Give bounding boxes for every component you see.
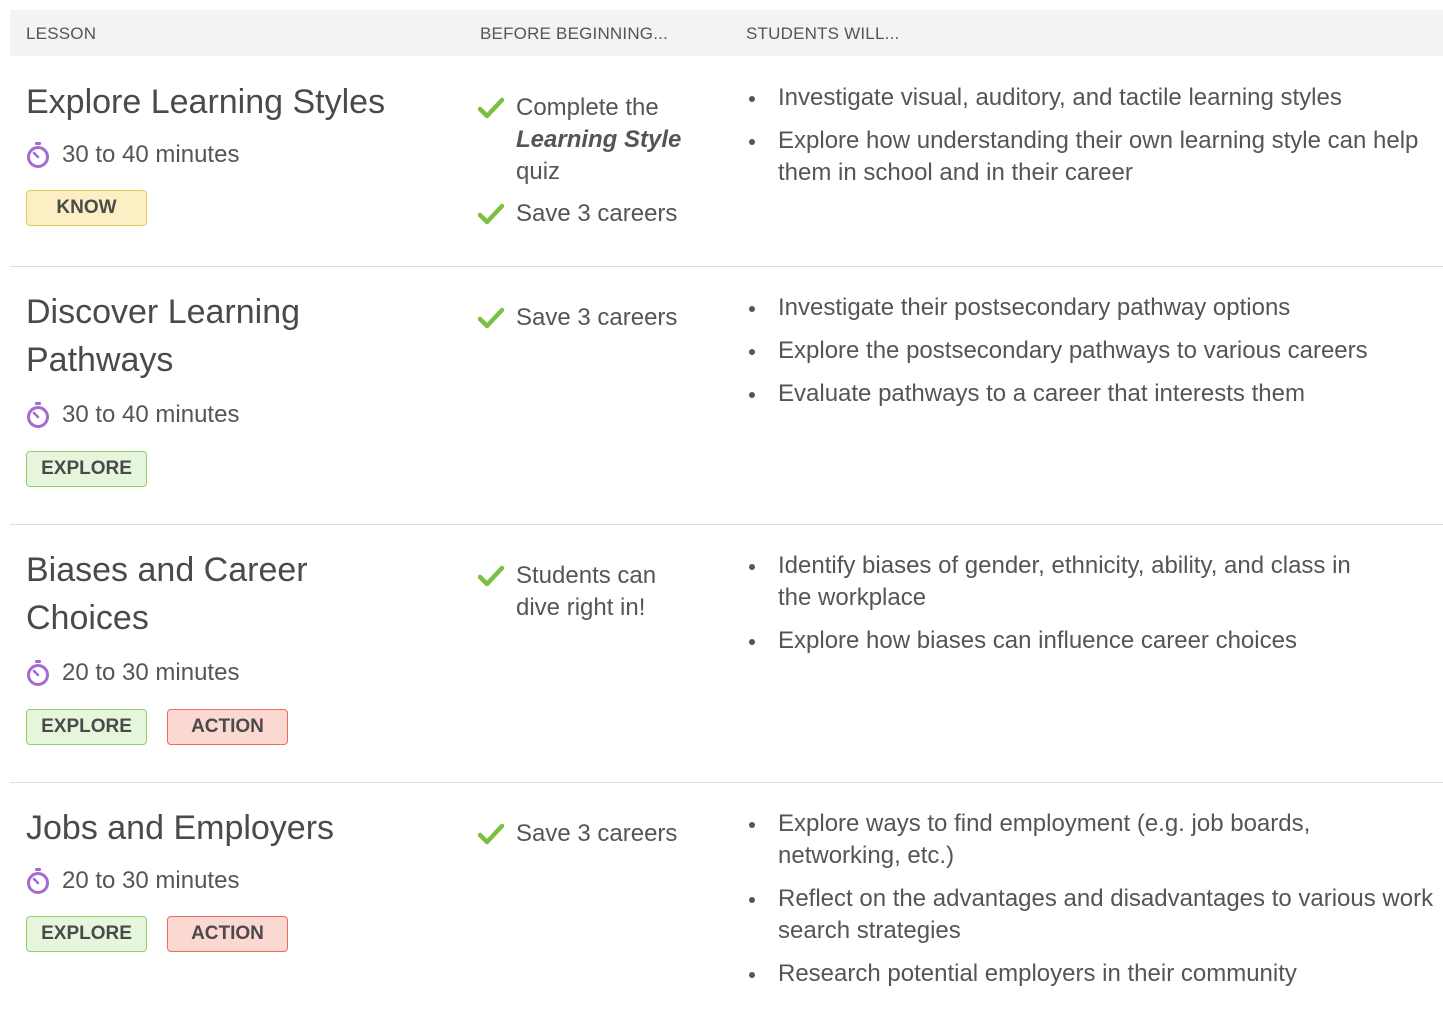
- prerequisite-item: Save 3 careers: [478, 302, 708, 334]
- action-badge: ACTION: [167, 916, 288, 952]
- lesson-row: Jobs and Employers 20 to 30 minutes EXPL…: [10, 783, 1443, 1009]
- stopwatch-icon: [27, 660, 49, 686]
- duration-text: 30 to 40 minutes: [62, 401, 240, 428]
- table-header: LESSON BEFORE BEGINNING... STUDENTS WILL…: [10, 10, 1443, 56]
- know-badge: KNOW: [26, 190, 147, 226]
- duration-text: 30 to 40 minutes: [62, 141, 240, 168]
- lesson-info: Discover Learning Pathways 30 to 40 minu…: [26, 288, 446, 487]
- badge-group: EXPLORE: [26, 451, 446, 487]
- students-will-list: Explore ways to find employment (e.g. jo…: [746, 808, 1436, 990]
- check-icon: [478, 823, 504, 845]
- lessons-table: LESSON BEFORE BEGINNING... STUDENTS WILL…: [10, 10, 1443, 1009]
- duration-text: 20 to 30 minutes: [62, 867, 240, 894]
- quiz-name[interactable]: Learning Style: [516, 126, 681, 153]
- lesson-info: Explore Learning Styles 30 to 40 minutes…: [26, 78, 446, 226]
- lesson-title[interactable]: Biases and Career Choices: [26, 546, 366, 642]
- before-beginning-list: Save 3 careers: [478, 818, 708, 850]
- objective-item: Investigate their postsecondary pathway …: [746, 292, 1436, 324]
- lesson-info: Jobs and Employers 20 to 30 minutes EXPL…: [26, 804, 446, 952]
- before-beginning-list: Complete the Learning Style quiz Save 3 …: [478, 92, 708, 230]
- header-students-will: STUDENTS WILL...: [746, 24, 900, 43]
- header-lesson: LESSON: [26, 24, 97, 43]
- lesson-row: Explore Learning Styles 30 to 40 minutes…: [10, 56, 1443, 267]
- action-badge: ACTION: [167, 709, 288, 745]
- objective-item: Reflect on the advantages and disadvanta…: [746, 883, 1436, 947]
- students-will-list: Identify biases of gender, ethnicity, ab…: [746, 550, 1436, 657]
- check-icon: [478, 203, 504, 225]
- check-icon: [478, 97, 504, 119]
- objective-item: Evaluate pathways to a career that inter…: [746, 378, 1436, 410]
- prerequisite-item: Complete the Learning Style quiz: [478, 92, 708, 188]
- header-before-beginning: BEFORE BEGINNING...: [480, 24, 668, 43]
- students-will-list: Investigate their postsecondary pathway …: [746, 292, 1436, 410]
- lesson-duration: 30 to 40 minutes: [26, 400, 446, 430]
- lesson-duration: 20 to 30 minutes: [26, 866, 446, 896]
- before-beginning-list: Save 3 careers: [478, 302, 708, 334]
- lesson-info: Biases and Career Choices 20 to 30 minut…: [26, 546, 446, 745]
- stopwatch-icon: [27, 142, 49, 168]
- lesson-duration: 30 to 40 minutes: [26, 140, 446, 170]
- check-icon: [478, 565, 504, 587]
- lesson-row: Discover Learning Pathways 30 to 40 minu…: [10, 267, 1443, 525]
- prerequisite-item: Save 3 careers: [478, 198, 708, 230]
- stopwatch-icon: [27, 402, 49, 428]
- badge-group: EXPLORE ACTION: [26, 709, 446, 745]
- objective-item: Explore how understanding their own lear…: [746, 125, 1436, 189]
- lesson-duration: 20 to 30 minutes: [26, 658, 446, 688]
- before-beginning-list: Students can dive right in!: [478, 560, 708, 624]
- prerequisite-item: Students can dive right in!: [478, 560, 678, 624]
- objective-item: Explore how biases can influence career …: [746, 625, 1436, 657]
- objective-item: Explore ways to find employment (e.g. jo…: [746, 808, 1376, 872]
- explore-badge: EXPLORE: [26, 451, 147, 487]
- lesson-row: Biases and Career Choices 20 to 30 minut…: [10, 525, 1443, 783]
- explore-badge: EXPLORE: [26, 916, 147, 952]
- students-will-list: Investigate visual, auditory, and tactil…: [746, 82, 1436, 189]
- explore-badge: EXPLORE: [26, 709, 147, 745]
- check-icon: [478, 307, 504, 329]
- objective-item: Explore the postsecondary pathways to va…: [746, 335, 1436, 367]
- lesson-title[interactable]: Discover Learning Pathways: [26, 288, 386, 384]
- duration-text: 20 to 30 minutes: [62, 659, 240, 686]
- lesson-title[interactable]: Jobs and Employers: [26, 804, 446, 852]
- prerequisite-item: Save 3 careers: [478, 818, 708, 850]
- badge-group: KNOW: [26, 190, 446, 226]
- objective-item: Research potential employers in their co…: [746, 958, 1436, 990]
- badge-group: EXPLORE ACTION: [26, 916, 446, 952]
- objective-item: Investigate visual, auditory, and tactil…: [746, 82, 1436, 114]
- objective-item: Identify biases of gender, ethnicity, ab…: [746, 550, 1376, 614]
- lesson-title[interactable]: Explore Learning Styles: [26, 78, 446, 126]
- stopwatch-icon: [27, 868, 49, 894]
